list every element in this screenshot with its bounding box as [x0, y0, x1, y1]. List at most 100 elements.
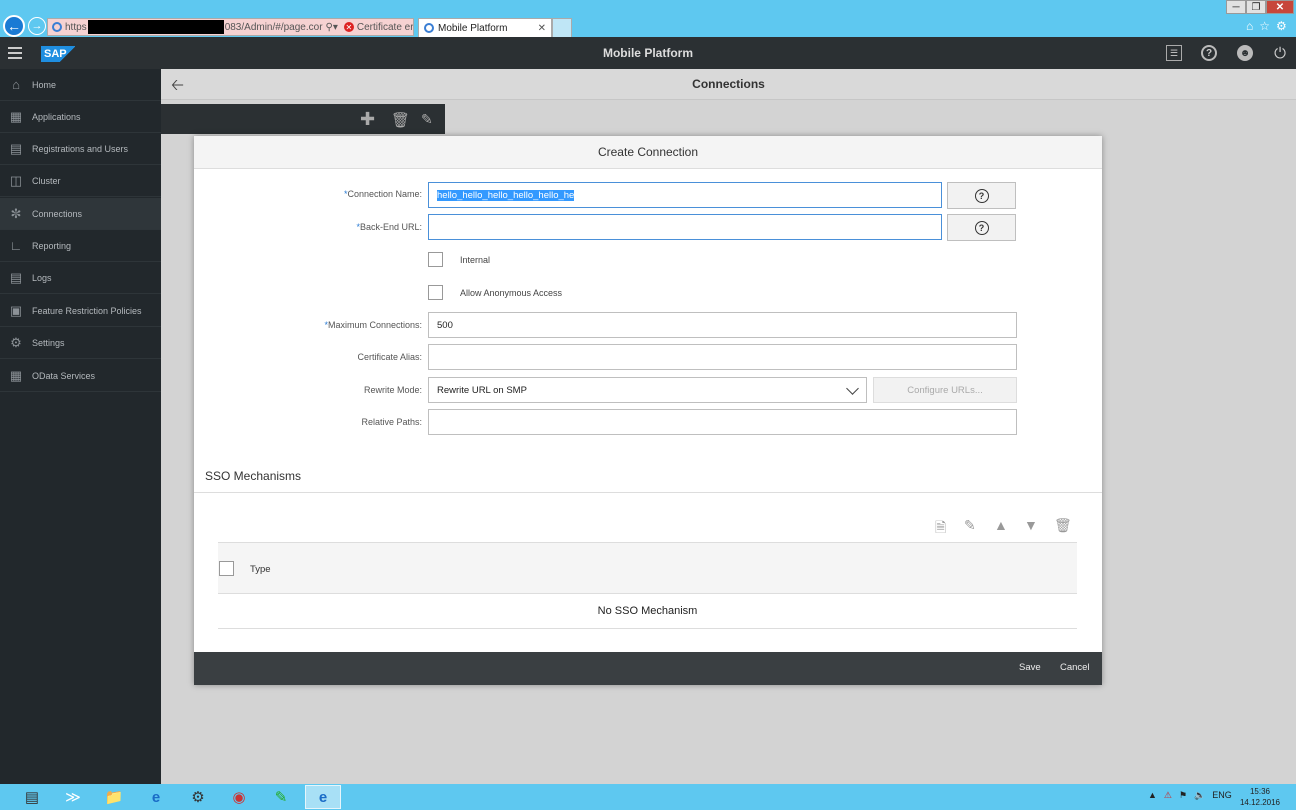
edit-pencil-icon[interactable]: ✎ [964, 517, 976, 534]
backend-url-label: *Back-End URL: [356, 222, 422, 232]
sidebar-item-feature-restriction[interactable]: ▣ Feature Restriction Policies [0, 295, 161, 327]
certificate-alias-input[interactable] [428, 344, 1017, 370]
power-icon[interactable]: ⏻ [1272, 45, 1288, 62]
notepad-icon[interactable]: ✎ [263, 785, 299, 809]
cluster-icon: ◫ [9, 172, 23, 188]
new-tab-button[interactable] [552, 18, 572, 37]
favorites-star-icon[interactable]: ☆ [1259, 19, 1270, 33]
home-icon: ⌂ [12, 77, 20, 92]
server-manager-icon[interactable]: ▤ [14, 785, 50, 809]
connection-name-input[interactable]: hello_hello_hello_hello_hello_he [428, 182, 942, 208]
sso-section-title: SSO Mechanisms [205, 469, 302, 483]
system-tray: ▲ ⚠ ⚑ 🔈 ENG [1148, 790, 1232, 801]
back-arrow-icon[interactable]: 🡠 [171, 74, 184, 101]
sidebar-item-connections[interactable]: ✼ Connections [0, 198, 161, 230]
tools-gear-icon[interactable]: ⚙ [1276, 19, 1287, 33]
sidebar-item-cluster[interactable]: ◫ Cluster [0, 165, 161, 197]
internet-explorer-icon[interactable]: e [138, 785, 174, 809]
sidebar-item-settings[interactable]: ⚙ Settings [0, 327, 161, 359]
ie-page-icon [52, 22, 62, 32]
clock[interactable]: 15:36 14.12.2016 [1238, 786, 1282, 808]
volume-icon[interactable]: 🔈 [1194, 790, 1205, 801]
configure-urls-button[interactable]: Configure URLs... [873, 377, 1017, 403]
tray-expand-icon[interactable]: ▲ [1148, 790, 1157, 801]
move-down-icon[interactable]: ▼ [1024, 517, 1038, 533]
settings-icon: ⚙ [10, 334, 22, 350]
move-up-icon[interactable]: ▲ [994, 517, 1008, 533]
sidebar-item-reporting[interactable]: ∟ Reporting [0, 230, 161, 262]
powershell-icon[interactable]: ≫ [55, 785, 91, 809]
relative-paths-input[interactable] [428, 409, 1017, 435]
language-indicator[interactable]: ENG [1212, 790, 1232, 801]
max-connections-input[interactable]: 500 [428, 312, 1017, 338]
odata-icon: ▦ [9, 367, 23, 383]
window-minimize-button[interactable]: ─ [1226, 0, 1246, 14]
logs-icon: ▤ [9, 269, 23, 285]
select-all-checkbox[interactable] [219, 561, 234, 576]
reporting-icon: ∟ [9, 238, 23, 253]
certificate-error-label[interactable]: Certificate error [357, 22, 413, 33]
delete-trash-icon[interactable]: 🗑 [1054, 517, 1072, 534]
rewrite-mode-value: Rewrite URL on SMP [437, 384, 527, 396]
sidebar-item-label: Feature Restriction Policies [32, 305, 142, 316]
network-warning-icon[interactable]: ⚠ [1164, 790, 1172, 801]
window-restore-button[interactable]: ❐ [1246, 0, 1266, 14]
tab-title: Mobile Platform [438, 22, 508, 34]
redacted-host [87, 20, 224, 34]
rewrite-mode-label: Rewrite Mode: [363, 385, 422, 395]
help-icon[interactable]: ? [1201, 45, 1217, 61]
browser-tab-active[interactable]: Mobile Platform ✕ [418, 18, 552, 37]
search-icon[interactable]: ⚲▾ [326, 22, 338, 33]
file-explorer-icon[interactable]: 📁 [96, 785, 132, 809]
tab-close-icon[interactable]: ✕ [538, 23, 546, 34]
address-bar[interactable]: https 083/Admin/#/page.cor ⚲▾ ✕ Certific… [47, 18, 414, 36]
chevron-down-icon [846, 382, 859, 395]
sidebar-item-applications[interactable]: ▦ Applications [0, 101, 161, 133]
home-page-icon[interactable]: ⌂ [1246, 19, 1253, 33]
add-icon[interactable]: ✚ [360, 109, 375, 130]
connection-name-help-button[interactable]: ? [947, 182, 1016, 209]
anonymous-access-checkbox[interactable] [428, 285, 443, 300]
delete-icon[interactable]: 🗑 [391, 111, 410, 129]
menu-hamburger-icon[interactable] [8, 47, 22, 62]
divider [194, 492, 1102, 493]
backend-url-input[interactable] [428, 214, 942, 240]
sidebar-item-label: Logs [32, 272, 52, 283]
internal-label: Internal [460, 255, 491, 265]
sidebar-item-label: Home [32, 79, 57, 90]
address-prefix: https [65, 21, 87, 33]
notes-icon[interactable]: ☰ [1166, 45, 1182, 61]
sidebar-item-registrations[interactable]: ▤ Registrations and Users [0, 133, 161, 165]
save-button[interactable]: Save [1019, 662, 1041, 673]
chrome-icon[interactable]: ◉ [221, 785, 257, 809]
clock-date: 14.12.2016 [1239, 798, 1281, 807]
sidebar-item-label: OData Services [32, 370, 96, 381]
window-close-button[interactable]: ✕ [1266, 0, 1294, 14]
sidebar-item-label: Registrations and Users [32, 143, 129, 154]
internal-checkbox[interactable] [428, 252, 443, 267]
rewrite-mode-select[interactable]: Rewrite URL on SMP [428, 377, 867, 403]
sidebar-item-home[interactable]: ⌂ Home [0, 69, 161, 101]
services-gear-icon[interactable]: ⚙ [180, 785, 216, 809]
user-icon[interactable]: ☻ [1237, 45, 1253, 61]
sidebar-item-logs[interactable]: ▤ Logs [0, 262, 161, 294]
browser-forward-button[interactable]: → [28, 17, 46, 35]
internet-explorer-active-icon[interactable]: e [305, 785, 341, 809]
sidebar-item-odata[interactable]: ▦ OData Services [0, 360, 161, 392]
page-title: Connections [692, 77, 765, 91]
certificate-alias-label: Certificate Alias: [357, 352, 422, 362]
flag-icon[interactable]: ⚑ [1179, 790, 1187, 801]
sidebar: ⌂ Home ▦ Applications ▤ Registrations an… [0, 69, 161, 784]
add-sso-icon[interactable]: 🗎 [935, 517, 946, 541]
backend-url-help-button[interactable]: ? [947, 214, 1016, 241]
type-column-header: Type [250, 564, 271, 575]
edit-icon[interactable]: ✎ [421, 111, 433, 128]
help-icon: ? [974, 220, 989, 235]
sso-empty-message: No SSO Mechanism [218, 594, 1077, 629]
max-connections-label: *Maximum Connections: [324, 320, 422, 330]
sidebar-item-label: Applications [32, 111, 81, 122]
windows-taskbar: ▤ ≫ 📁 e ⚙ ◉ ✎ e ▲ ⚠ ⚑ 🔈 ENG 15:36 14.12.… [0, 784, 1296, 810]
cancel-button[interactable]: Cancel [1060, 662, 1090, 673]
browser-back-button[interactable]: ← [3, 15, 25, 37]
anonymous-access-label: Allow Anonymous Access [460, 288, 563, 298]
